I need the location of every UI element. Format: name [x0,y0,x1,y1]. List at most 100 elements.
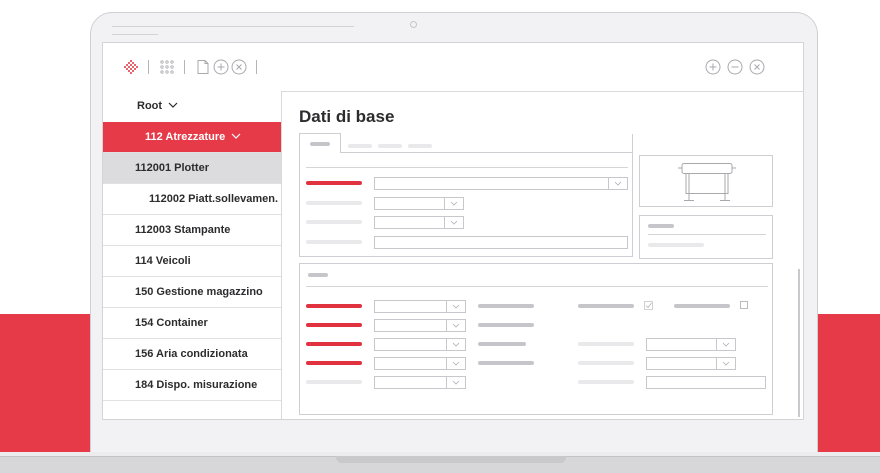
plus-circle-icon[interactable] [705,59,721,75]
laptop-notch [336,456,566,463]
sidebar-tree: Root 112 Atrezzature 112001 Plotter 1120… [103,91,282,419]
chevron-down-icon [168,102,178,108]
bezel-reflection [112,26,354,27]
field-label [578,361,634,365]
select-field[interactable] [374,216,464,229]
info-title-placeholder [648,224,674,228]
sidebar-item-label: Root [137,100,163,112]
chevron-down-icon [446,320,465,331]
field-label [306,220,362,224]
close-circle-icon[interactable] [749,59,765,75]
toolbar-separator [256,60,257,74]
bezel-reflection [112,34,158,35]
sidebar-item-label: 112001 Plotter [135,162,209,174]
field-label [578,304,634,308]
text-field[interactable] [646,376,766,389]
select-field[interactable] [374,300,466,313]
select-field[interactable] [646,338,736,351]
chevron-down-icon [608,178,627,189]
chevron-down-icon [231,133,241,139]
sidebar-item-veicoli[interactable]: 114 Veicoli [103,246,281,277]
sidebar-item-root[interactable]: Root [103,91,281,122]
field-label [578,342,634,346]
sidebar-item-atrezzature[interactable]: 112 Atrezzature [103,122,281,153]
info-divider [648,234,766,235]
select-field[interactable] [374,197,464,210]
select-field[interactable] [646,357,736,370]
checkbox-icon[interactable] [740,301,749,310]
page-title: Dati di base [299,107,395,126]
sidebar-item-aria-condizionata[interactable]: 156 Aria condizionata [103,339,281,370]
general-form-panel [299,133,634,257]
image-panel [639,155,773,207]
select-field[interactable] [374,376,466,389]
main-content: Dati di base [283,91,803,419]
chevron-down-icon [446,339,465,350]
info-text-placeholder [648,243,704,247]
field-label [306,240,362,244]
sidebar-item-stampante[interactable]: 112003 Stampante [103,215,281,246]
required-field-label [306,361,362,365]
select-field[interactable] [374,177,628,190]
logo-icon[interactable] [123,59,139,75]
field-label [578,380,634,384]
tab-strip-border [341,152,632,153]
tab-inactive[interactable] [378,144,402,148]
chevron-down-icon [716,339,735,350]
app-window: Root 112 Atrezzature 112001 Plotter 1120… [102,42,804,420]
sidebar-item-container[interactable]: 154 Container [103,308,281,339]
chevron-down-icon [444,198,463,209]
tab-inactive[interactable] [348,144,372,148]
info-panel [639,215,773,259]
tab-inactive[interactable] [408,144,432,148]
toolbar [103,43,803,92]
tab-label-placeholder [310,142,330,146]
sidebar-item-dispo-misurazione[interactable]: 184 Dispo. misurazione [103,370,281,401]
minus-circle-icon[interactable] [727,59,743,75]
text-field[interactable] [374,236,628,249]
chevron-down-icon [446,301,465,312]
section-title-placeholder [308,273,328,277]
sidebar-item-label: 112 Atrezzature [145,131,226,143]
chevron-down-icon [446,358,465,369]
sidebar-item-gestione-magazzino[interactable]: 150 Gestione magazzino [103,277,281,308]
sidebar-item-label: 112002 Piatt.sollevamen. [149,193,279,205]
checkbox-checked-icon[interactable] [644,301,653,310]
select-field[interactable] [374,338,466,351]
plus-circle-icon[interactable] [213,59,229,75]
chevron-down-icon [444,217,463,228]
plotter-icon [678,163,736,201]
sidebar-item-label: 114 Veicoli [135,255,191,267]
sidebar-item-piattaforma[interactable]: 112002 Piatt.sollevamen. [103,184,281,215]
value-placeholder [478,342,526,346]
chevron-down-icon [716,358,735,369]
value-placeholder [478,361,534,365]
value-placeholder [478,323,534,327]
sidebar-item-plotter[interactable]: 112001 Plotter [103,153,281,184]
sidebar-item-label: 156 Aria condizionata [135,348,248,360]
required-field-label [306,304,362,308]
field-label [674,304,730,308]
scrollbar[interactable] [798,269,800,417]
sidebar-item-label: 150 Gestione magazzino [135,286,263,298]
toolbar-separator [184,60,185,74]
sidebar-item-label: 154 Container [135,317,208,329]
section-divider [306,167,628,168]
field-label [306,201,362,205]
tab-divider [300,153,341,154]
tab-active[interactable] [299,133,341,153]
select-field[interactable] [374,319,466,332]
camera-icon [410,21,417,28]
toolbar-separator [148,60,149,74]
sidebar-item-label: 184 Dispo. misurazione [135,379,258,391]
document-icon[interactable] [195,59,211,75]
chevron-down-icon [446,377,465,388]
section-divider [306,286,768,287]
close-circle-icon[interactable] [231,59,247,75]
sidebar-item-label: 112003 Stampante [135,224,231,236]
required-field-label [306,323,362,327]
panel-top [300,133,634,134]
apps-grid-icon[interactable] [159,59,175,75]
select-field[interactable] [374,357,466,370]
required-field-label [306,342,362,346]
